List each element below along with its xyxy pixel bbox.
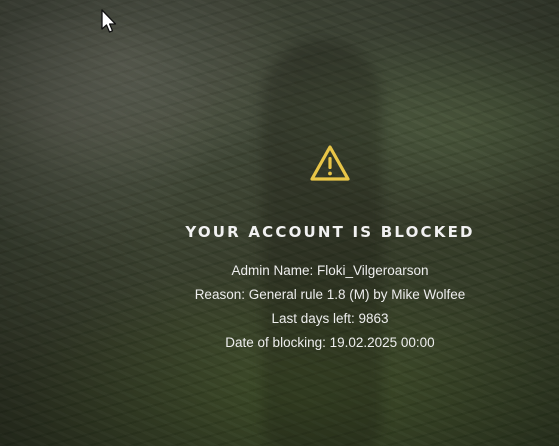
- block-reason-text: Reason: General rule 1.8 (M) by Mike Wol…: [194, 287, 466, 302]
- account-blocked-panel: YOUR ACCOUNT IS BLOCKED Admin Name: Flok…: [170, 143, 490, 355]
- mouse-cursor-icon: [101, 9, 117, 33]
- blocked-title: YOUR ACCOUNT IS BLOCKED: [185, 223, 475, 241]
- warning-triangle-icon: [310, 145, 350, 181]
- admin-name-text: Admin Name: Floki_Vilgeroarson: [231, 263, 429, 278]
- block-details: Admin Name: Floki_Vilgeroarson Reason: G…: [170, 259, 490, 355]
- game-screen: YOUR ACCOUNT IS BLOCKED Admin Name: Flok…: [0, 0, 559, 446]
- days-left-text: Last days left: 9863: [271, 311, 389, 326]
- block-date-text: Date of blocking: 19.02.2025 00:00: [225, 335, 435, 350]
